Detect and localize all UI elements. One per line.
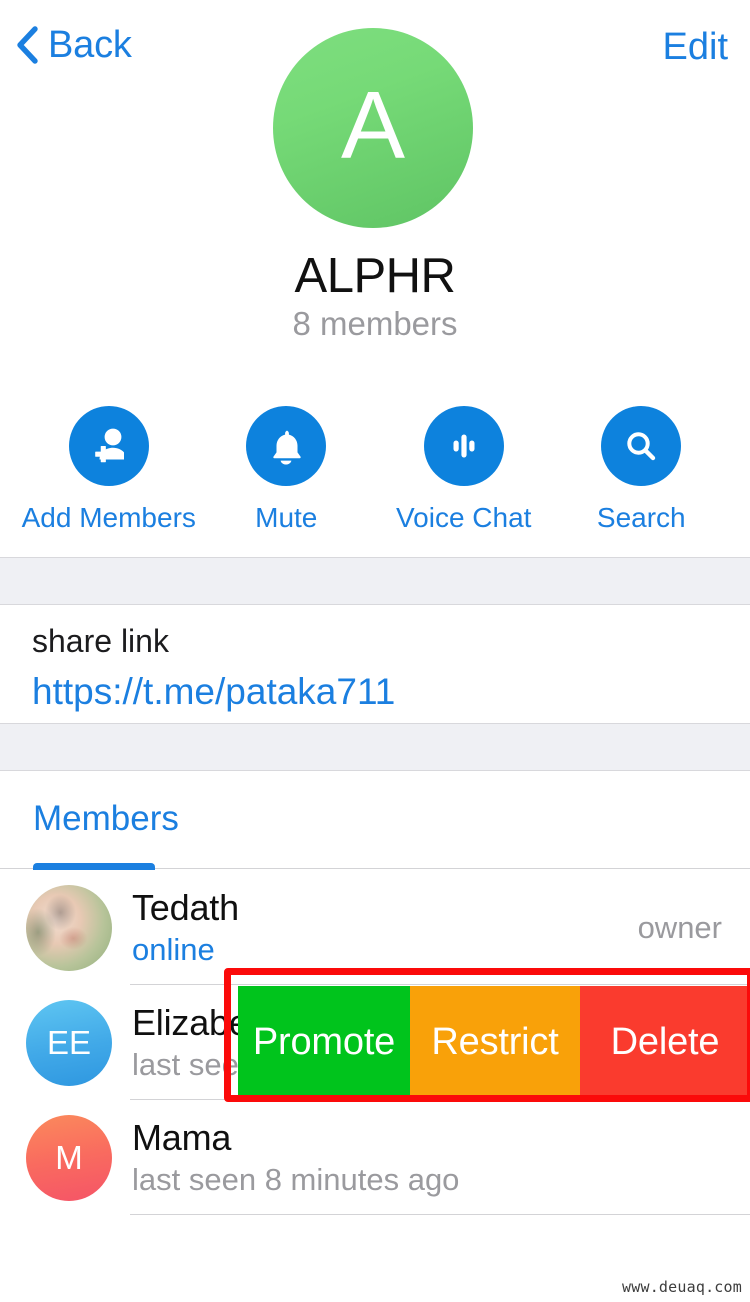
action-label: Voice Chat [396, 502, 532, 533]
member-info: Tedath online [132, 887, 638, 969]
back-button[interactable]: Back [16, 26, 132, 64]
tab-members-label: Members [33, 799, 179, 838]
action-voice-chat[interactable]: Voice Chat [389, 406, 539, 534]
member-info: Mama last seen 8 minutes ago [132, 1117, 722, 1199]
promote-button[interactable]: Promote [238, 986, 410, 1099]
chevron-left-icon [17, 26, 38, 64]
group-member-count: 8 members [292, 305, 458, 342]
row-divider [130, 1214, 750, 1215]
member-name: Tedath [132, 886, 239, 928]
add-person-icon [68, 406, 149, 486]
share-link-title: share link [32, 623, 169, 659]
delete-button[interactable]: Delete [580, 986, 750, 1099]
telegram-group-info-screen: A ALPHR 8 members Add Members Mute Voice… [0, 0, 750, 1302]
avatar: M [26, 1114, 112, 1201]
section-separator-top [0, 557, 750, 605]
share-link-section: share link https://t.me/pataka711 [0, 605, 750, 723]
waveform-icon [423, 406, 504, 486]
table-row[interactable]: M Mama last seen 8 minutes ago [0, 1100, 750, 1215]
action-label: Add Members [21, 502, 196, 533]
section-separator-bottom [0, 723, 750, 771]
tab-members[interactable]: Members [33, 799, 179, 839]
action-add-members[interactable]: Add Members [22, 406, 196, 534]
tab-active-indicator [33, 863, 155, 870]
watermark: www.deuaq.com [622, 1278, 742, 1296]
members-tab-bar: Members [0, 771, 750, 870]
member-status: last seen 8 minutes ago [132, 1162, 460, 1198]
action-mute[interactable]: Mute [211, 406, 361, 534]
status-badge: owner [637, 909, 722, 945]
search-icon [601, 406, 682, 486]
avatar-initials: EE [46, 1023, 92, 1061]
quick-actions-bar: Add Members Mute Voice Chat Search [0, 406, 750, 534]
action-label: Search [596, 502, 686, 533]
share-link-url[interactable]: https://t.me/pataka711 [32, 669, 718, 715]
back-button-label: Back [48, 24, 132, 66]
avatar [26, 884, 112, 971]
navigation-bar: Back Edit [0, 0, 750, 104]
swipe-actions: Promote Restrict Delete [238, 986, 750, 1099]
restrict-button[interactable]: Restrict [410, 986, 580, 1099]
action-search[interactable]: Search [566, 406, 716, 534]
table-row[interactable]: Tedath online owner [0, 870, 750, 985]
bell-icon [246, 406, 327, 486]
member-status: online [132, 932, 215, 968]
group-title: ALPHR [294, 249, 456, 303]
action-label: Mute [255, 502, 318, 533]
edit-button[interactable]: Edit [663, 28, 728, 66]
member-name: Mama [132, 1116, 232, 1158]
avatar-initials: M [55, 1138, 83, 1176]
avatar: EE [26, 999, 112, 1086]
